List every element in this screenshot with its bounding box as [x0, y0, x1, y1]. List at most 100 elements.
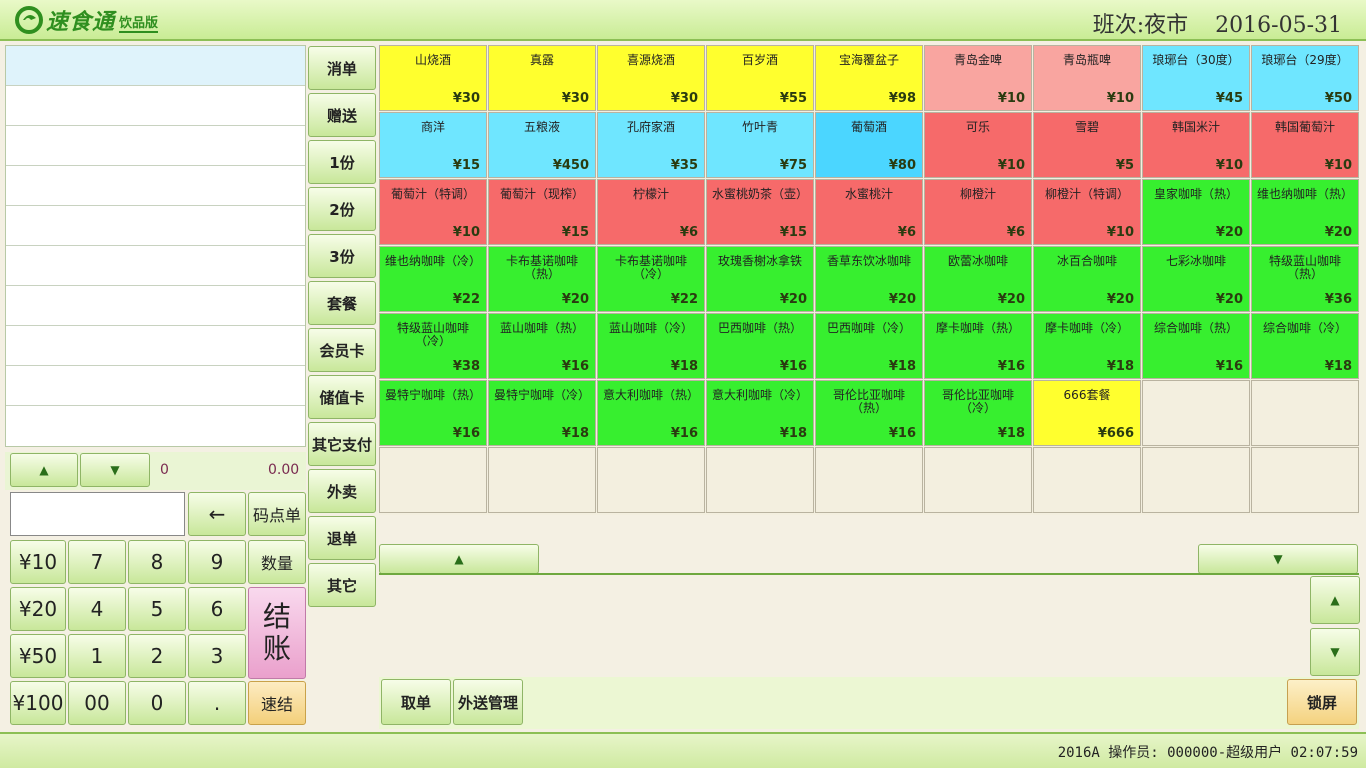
- product-tile[interactable]: 哥伦比亚咖啡（热） ¥16: [815, 380, 923, 446]
- backspace-button[interactable]: ←: [188, 492, 246, 536]
- empty-product-slot[interactable]: [815, 447, 923, 513]
- empty-product-slot[interactable]: [1142, 380, 1250, 446]
- key-2[interactable]: 2: [128, 634, 186, 678]
- key-8[interactable]: 8: [128, 540, 186, 584]
- lock-screen-button[interactable]: 锁屏: [1287, 679, 1357, 725]
- product-tile[interactable]: 特级蓝山咖啡（热） ¥36: [1251, 246, 1359, 312]
- empty-product-slot[interactable]: [1033, 447, 1141, 513]
- product-tile[interactable]: 葡萄酒 ¥80: [815, 112, 923, 178]
- key-6[interactable]: 6: [188, 587, 246, 631]
- product-tile[interactable]: 特级蓝山咖啡（冷） ¥38: [379, 313, 487, 379]
- note-scroll-up-button[interactable]: ▲: [1310, 576, 1360, 624]
- product-tile[interactable]: 七彩冰咖啡 ¥20: [1142, 246, 1250, 312]
- order-row[interactable]: [6, 46, 305, 86]
- key-4[interactable]: 4: [68, 587, 126, 631]
- product-tile[interactable]: 韩国米汁 ¥10: [1142, 112, 1250, 178]
- key-3[interactable]: 3: [188, 634, 246, 678]
- key-00[interactable]: 00: [68, 681, 126, 725]
- combo-button[interactable]: 套餐: [308, 281, 376, 325]
- key-10-yuan[interactable]: ¥10: [10, 540, 66, 584]
- product-tile[interactable]: 巴西咖啡（热） ¥16: [706, 313, 814, 379]
- product-tile[interactable]: 蓝山咖啡（热） ¥16: [488, 313, 596, 379]
- three-portion-button[interactable]: 3份: [308, 234, 376, 278]
- key-9[interactable]: 9: [188, 540, 246, 584]
- product-tile[interactable]: 666套餐 ¥666: [1033, 380, 1141, 446]
- product-tile[interactable]: 维也纳咖啡（热） ¥20: [1251, 179, 1359, 245]
- key-1[interactable]: 1: [68, 634, 126, 678]
- product-tile[interactable]: 韩国葡萄汁 ¥10: [1251, 112, 1359, 178]
- stored-value-card-button[interactable]: 储值卡: [308, 375, 376, 419]
- product-tile[interactable]: 青岛瓶啤 ¥10: [1033, 45, 1141, 111]
- empty-product-slot[interactable]: [1251, 447, 1359, 513]
- product-tile[interactable]: 五粮液 ¥450: [488, 112, 596, 178]
- quantity-button[interactable]: 数量: [248, 540, 306, 584]
- product-tile[interactable]: 柳橙汁（特调） ¥10: [1033, 179, 1141, 245]
- order-row[interactable]: [6, 366, 305, 406]
- member-card-button[interactable]: 会员卡: [308, 328, 376, 372]
- product-tile[interactable]: 维也纳咖啡（冷） ¥22: [379, 246, 487, 312]
- other-payment-button[interactable]: 其它支付: [308, 422, 376, 466]
- product-tile[interactable]: 哥伦比亚咖啡（冷） ¥18: [924, 380, 1032, 446]
- product-tile[interactable]: 摩卡咖啡（冷） ¥18: [1033, 313, 1141, 379]
- product-tile[interactable]: 真露 ¥30: [488, 45, 596, 111]
- product-tile[interactable]: 水蜜桃汁 ¥6: [815, 179, 923, 245]
- order-row[interactable]: [6, 126, 305, 166]
- product-tile[interactable]: 意大利咖啡（热） ¥16: [597, 380, 705, 446]
- order-row[interactable]: [6, 326, 305, 366]
- product-tile[interactable]: 葡萄汁（现榨） ¥15: [488, 179, 596, 245]
- key-7[interactable]: 7: [68, 540, 126, 584]
- product-tile[interactable]: 综合咖啡（冷） ¥18: [1251, 313, 1359, 379]
- product-tile[interactable]: 青岛金啤 ¥10: [924, 45, 1032, 111]
- take-order-button[interactable]: 取单: [381, 679, 451, 725]
- product-tile[interactable]: 琅琊台（30度） ¥45: [1142, 45, 1250, 111]
- key-0[interactable]: 0: [128, 681, 186, 725]
- product-tile[interactable]: 香草东饮冰咖啡 ¥20: [815, 246, 923, 312]
- empty-product-slot[interactable]: [706, 447, 814, 513]
- product-tile[interactable]: 葡萄汁（特调） ¥10: [379, 179, 487, 245]
- order-row[interactable]: [6, 286, 305, 326]
- order-row[interactable]: [6, 246, 305, 286]
- product-tile[interactable]: 宝海覆盆子 ¥98: [815, 45, 923, 111]
- key-20-yuan[interactable]: ¥20: [10, 587, 66, 631]
- key-5[interactable]: 5: [128, 587, 186, 631]
- product-tile[interactable]: 皇家咖啡（热） ¥20: [1142, 179, 1250, 245]
- refund-button[interactable]: 退单: [308, 516, 376, 560]
- one-portion-button[interactable]: 1份: [308, 140, 376, 184]
- product-tile[interactable]: 曼特宁咖啡（热） ¥16: [379, 380, 487, 446]
- product-tile[interactable]: 卡布基诺咖啡（热） ¥20: [488, 246, 596, 312]
- code-order-button[interactable]: 码点单: [248, 492, 306, 536]
- product-tile[interactable]: 玫瑰香榭冰拿铁 ¥20: [706, 246, 814, 312]
- empty-product-slot[interactable]: [1251, 380, 1359, 446]
- product-tile[interactable]: 卡布基诺咖啡（冷） ¥22: [597, 246, 705, 312]
- product-tile[interactable]: 摩卡咖啡（热） ¥16: [924, 313, 1032, 379]
- product-tile[interactable]: 柳橙汁 ¥6: [924, 179, 1032, 245]
- empty-product-slot[interactable]: [488, 447, 596, 513]
- product-page-down-button[interactable]: ▼: [1198, 544, 1358, 574]
- product-tile[interactable]: 水蜜桃奶茶（壶） ¥15: [706, 179, 814, 245]
- empty-product-slot[interactable]: [597, 447, 705, 513]
- empty-product-slot[interactable]: [1142, 447, 1250, 513]
- product-tile[interactable]: 柠檬汁 ¥6: [597, 179, 705, 245]
- product-tile[interactable]: 可乐 ¥10: [924, 112, 1032, 178]
- product-tile[interactable]: 喜源烧酒 ¥30: [597, 45, 705, 111]
- checkout-button[interactable]: 结 账: [248, 587, 306, 679]
- product-tile[interactable]: 百岁酒 ¥55: [706, 45, 814, 111]
- product-tile[interactable]: 琅琊台（29度） ¥50: [1251, 45, 1359, 111]
- takeout-button[interactable]: 外卖: [308, 469, 376, 513]
- note-scroll-down-button[interactable]: ▼: [1310, 628, 1360, 676]
- product-tile[interactable]: 竹叶青 ¥75: [706, 112, 814, 178]
- order-scroll-up-button[interactable]: ▲: [10, 453, 78, 487]
- empty-product-slot[interactable]: [379, 447, 487, 513]
- product-tile[interactable]: 欧蕾冰咖啡 ¥20: [924, 246, 1032, 312]
- order-row[interactable]: [6, 86, 305, 126]
- order-row[interactable]: [6, 406, 305, 446]
- quick-checkout-button[interactable]: 速结: [248, 681, 306, 725]
- product-tile[interactable]: 意大利咖啡（冷） ¥18: [706, 380, 814, 446]
- empty-product-slot[interactable]: [924, 447, 1032, 513]
- gift-button[interactable]: 赠送: [308, 93, 376, 137]
- product-page-up-button[interactable]: ▲: [379, 544, 539, 574]
- order-row[interactable]: [6, 166, 305, 206]
- key-100-yuan[interactable]: ¥100: [10, 681, 66, 725]
- order-row[interactable]: [6, 206, 305, 246]
- product-tile[interactable]: 巴西咖啡（冷） ¥18: [815, 313, 923, 379]
